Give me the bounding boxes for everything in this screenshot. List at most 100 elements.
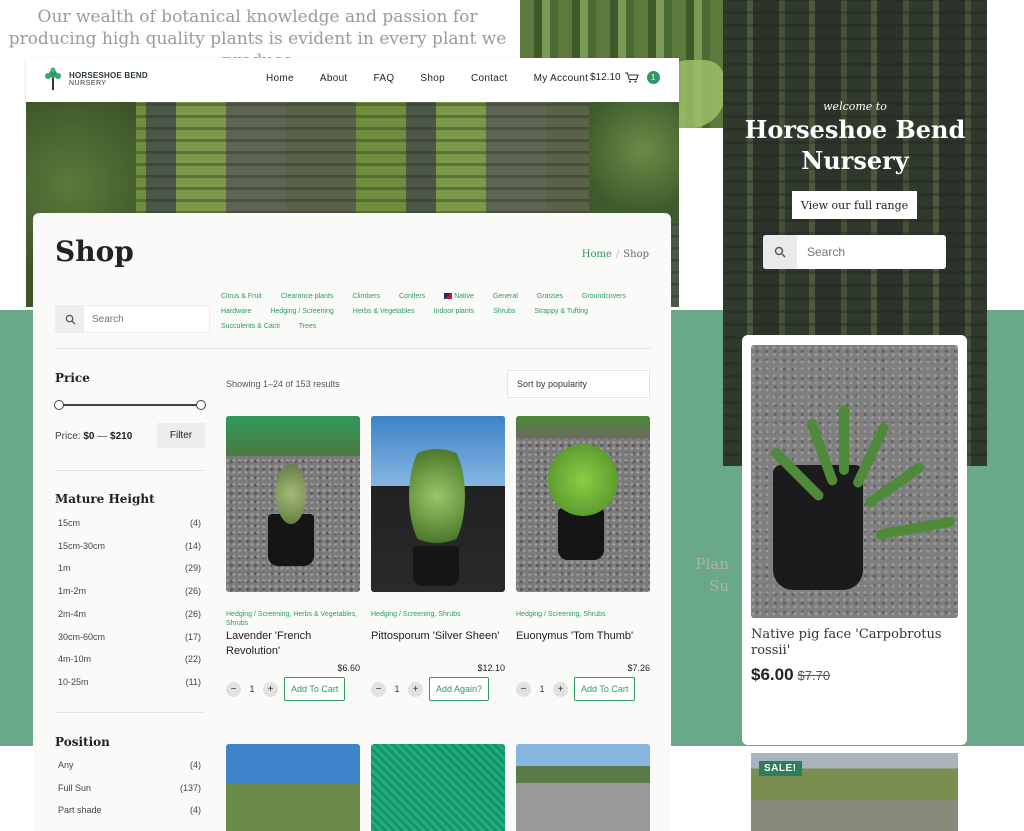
qty-decrease-button[interactable]: − xyxy=(371,681,386,697)
product-image[interactable] xyxy=(516,744,650,831)
view-range-button[interactable]: View our full range xyxy=(792,191,917,219)
facet-label: 4m-10m xyxy=(58,654,92,665)
search-input[interactable] xyxy=(84,306,204,332)
slider-max-handle[interactable] xyxy=(196,400,206,410)
search-icon[interactable] xyxy=(56,306,84,332)
facet-item[interactable]: 1m-2m (26) xyxy=(58,586,201,596)
price-min: $0 xyxy=(83,431,95,442)
category-link-native[interactable]: Native xyxy=(444,291,474,302)
category-label: Native xyxy=(454,293,474,300)
product-category[interactable]: Hedging / Screening, Shrubs xyxy=(371,610,505,624)
nav-faq[interactable]: FAQ xyxy=(374,73,395,84)
category-link[interactable]: Climbers xyxy=(352,291,380,302)
product-image[interactable] xyxy=(751,345,958,618)
facet-label: 2m-4m xyxy=(58,608,87,619)
facet-count: (4) xyxy=(190,518,201,528)
product-price: $7.26 xyxy=(627,663,650,673)
product-name[interactable]: Pittosporum 'Silver Sheen' xyxy=(371,629,505,659)
qty-increase-button[interactable]: + xyxy=(553,681,568,697)
logo[interactable]: HORSESHOE BEND NURSERY xyxy=(43,67,148,91)
product-name[interactable]: Lavender 'French Revolution' xyxy=(226,629,360,659)
category-link[interactable]: Succulents & Cacti xyxy=(221,321,280,332)
leaf xyxy=(851,421,891,490)
category-link[interactable]: Conifers xyxy=(399,291,425,302)
slider-min-handle[interactable] xyxy=(54,400,64,410)
category-link[interactable]: Citrus & Fruit xyxy=(221,291,262,302)
category-link[interactable]: Strappy & Tufting xyxy=(534,306,588,317)
category-link[interactable]: Herbs & Vegetables xyxy=(353,306,415,317)
mobile-product-card[interactable]: Native pig face 'Carpobrotus rossii' $6.… xyxy=(742,335,967,745)
product-card[interactable]: Hedging / Screening, Shrubs Pittosporum … xyxy=(371,416,505,701)
qty-value[interactable]: 1 xyxy=(386,684,408,694)
product-category[interactable]: Hedging / Screening, Herbs & Vegetables,… xyxy=(226,610,360,627)
product-category[interactable]: Hedging / Screening, Shrubs xyxy=(516,610,650,624)
mobile-search-input[interactable] xyxy=(797,235,937,269)
shop-search[interactable] xyxy=(55,305,210,333)
qty-increase-button[interactable]: + xyxy=(263,681,278,697)
nav-contact[interactable]: Contact xyxy=(471,73,508,84)
nav-shop[interactable]: Shop xyxy=(420,73,445,84)
mobile-product-name[interactable]: Native pig face 'Carpobrotus rossii' xyxy=(751,627,961,659)
plant xyxy=(548,444,618,516)
facet-count: (4) xyxy=(190,760,201,770)
add-to-cart-button[interactable]: Add To Cart xyxy=(284,677,346,701)
facet-item[interactable]: 30cm-60cm (17) xyxy=(58,632,201,642)
category-link[interactable]: Shrubs xyxy=(493,306,515,317)
site-header: HORSESHOE BEND NURSERY Home About FAQ Sh… xyxy=(26,58,679,102)
product-card[interactable]: Hedging / Screening, Herbs & Vegetables,… xyxy=(226,416,360,701)
qty-decrease-button[interactable]: − xyxy=(516,681,531,697)
add-to-cart-button[interactable]: Add To Cart xyxy=(574,677,636,701)
category-link[interactable]: Trees xyxy=(299,321,317,332)
facet-label: 10-25m xyxy=(58,676,89,687)
facet-item[interactable]: 2m-4m (26) xyxy=(58,609,201,619)
product-image[interactable] xyxy=(226,416,360,592)
product-image[interactable] xyxy=(226,744,360,831)
current-price: $6.00 xyxy=(751,665,794,684)
category-link[interactable]: Groundcovers xyxy=(582,291,626,302)
category-link[interactable]: Grasses xyxy=(537,291,563,302)
facet-item[interactable]: 15cm-30cm (14) xyxy=(58,541,201,551)
search-icon[interactable] xyxy=(763,235,797,269)
sort-select[interactable]: Sort by popularity xyxy=(507,370,650,398)
facet-count: (11) xyxy=(185,676,201,687)
facet-item[interactable]: 4m-10m (22) xyxy=(58,654,201,664)
qty-value[interactable]: 1 xyxy=(241,684,263,694)
product-image[interactable] xyxy=(371,744,505,831)
mobile-product-card-2[interactable]: SALE! xyxy=(742,748,967,831)
facet-item[interactable]: 15cm (4) xyxy=(58,518,201,528)
category-link[interactable]: Hardware xyxy=(221,306,251,317)
facet-item[interactable]: Any (4) xyxy=(58,760,201,770)
category-link[interactable]: General xyxy=(493,291,518,302)
add-again-button[interactable]: Add Again? xyxy=(429,677,490,701)
background-partial-text: Plan Su xyxy=(689,553,730,597)
mobile-search[interactable] xyxy=(763,235,946,269)
product-card[interactable]: Hedging / Screening, Shrubs Euonymus 'To… xyxy=(516,416,650,701)
product-image[interactable]: SALE! xyxy=(751,753,958,831)
category-link[interactable]: Clearance plants xyxy=(281,291,334,302)
filter-button[interactable]: Filter xyxy=(157,423,205,448)
qty-decrease-button[interactable]: − xyxy=(226,681,241,697)
facet-count: (26) xyxy=(184,608,201,619)
nav-about[interactable]: About xyxy=(320,73,348,84)
cart-button[interactable]: $12.10 1 xyxy=(590,71,660,84)
nav-home[interactable]: Home xyxy=(266,73,294,84)
breadcrumb-home[interactable]: Home xyxy=(582,249,612,260)
qty-increase-button[interactable]: + xyxy=(408,681,423,697)
product-name[interactable]: Euonymus 'Tom Thumb' xyxy=(516,629,650,659)
tree-logo-icon xyxy=(45,67,61,90)
facet-item[interactable]: 1m (29) xyxy=(58,563,201,573)
facet-item[interactable]: Part shade (4) xyxy=(58,805,201,815)
facet-item[interactable]: 10-25m (11) xyxy=(58,677,201,687)
qty-value[interactable]: 1 xyxy=(531,684,553,694)
category-link[interactable]: Hedging / Screening xyxy=(270,306,333,317)
facet-count: (26) xyxy=(184,586,201,597)
product-image[interactable] xyxy=(516,416,650,592)
nav-my-account[interactable]: My Account xyxy=(534,73,589,84)
price-slider[interactable] xyxy=(54,400,206,410)
product-image[interactable] xyxy=(371,416,505,592)
mobile-product-price: $6.00 $7.70 xyxy=(751,665,830,685)
category-link[interactable]: Indoor plants xyxy=(434,306,474,317)
facet-item[interactable]: Full Sun (137) xyxy=(58,783,201,793)
results-count: Showing 1–24 of 153 results xyxy=(226,379,340,389)
mobile-welcome: welcome to xyxy=(823,100,887,113)
